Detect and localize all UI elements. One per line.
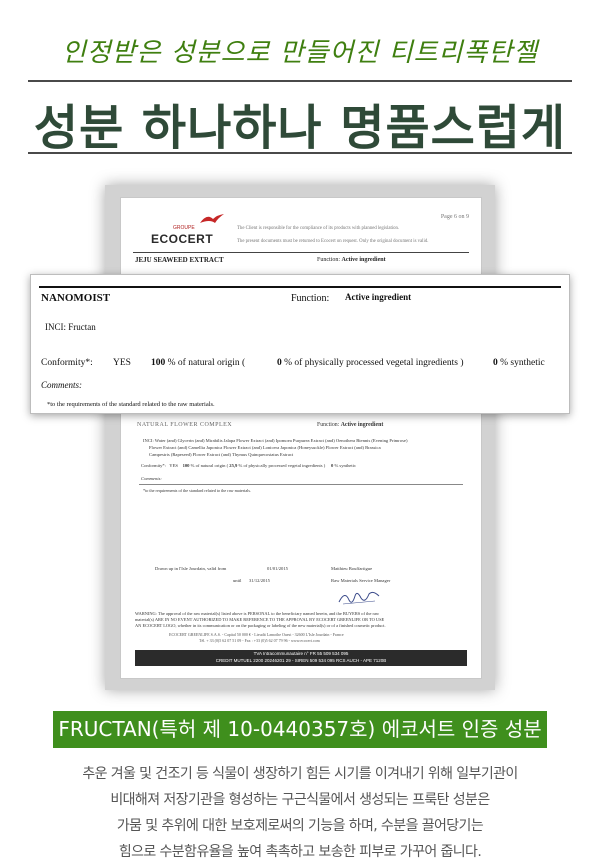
lower-conformity-label: Conformity*: — [141, 463, 167, 468]
lower-synthetic-text: % synthetic — [334, 463, 357, 468]
certificate-paper: GROUPE ECOCERT Page 6 on 9 The Client is… — [120, 197, 482, 679]
nanomoist-natural-origin: 100 % of natural origin ( — [151, 358, 245, 368]
ecocert-bird-icon — [200, 214, 224, 223]
synthetic-pct: 0 — [493, 358, 498, 368]
signature-image — [338, 591, 380, 605]
natural-origin-pct: 100 — [151, 358, 166, 368]
lower-conformity-value: YES — [169, 463, 178, 468]
nanomoist-inci: INCI: Fructan — [45, 322, 96, 332]
drawn-up-text: Drawn up in l'Isle Jourdain, valid from — [155, 566, 227, 571]
signatory-name: Matthieu Bouffartigue — [331, 566, 373, 571]
warning-3: AN ECOCERT LOGO, whether in its communic… — [135, 623, 386, 628]
until-label: until — [233, 578, 242, 583]
lower-processed: 25,9 — [229, 463, 238, 468]
page-subtitle: 인정받은 성분으로 만들어진 티트리폭탄젤 — [61, 38, 539, 68]
lower-function: Function: Active ingredient — [317, 422, 383, 428]
signatory-title: Raw Materials Service Manager — [331, 578, 391, 583]
lower-product-name: NATURAL FLOWER COMPLEX — [137, 422, 233, 428]
synthetic-text: % synthetic — [500, 358, 545, 368]
valid-until-date: 31/12/2015 — [249, 578, 270, 583]
lower-inci-3: Campestris (Rapeseed) Flower Extract (an… — [149, 452, 294, 457]
fructan-badge: FRUCTAN(특허 제 10-0440357호) 에코서트 인증 성분 — [53, 711, 547, 748]
page-title: 성분 하나하나 명품스럽게 — [33, 100, 567, 156]
description-line-4: 힘으로 수분함유율을 높여 촉촉하고 보송한 피부로 가꾸어 줍니다. — [118, 844, 482, 860]
divider-top — [28, 80, 572, 82]
lower-function-value: Active ingredient — [340, 422, 384, 428]
top-product-function: Function: Active ingredient — [317, 257, 386, 263]
address-1: ECOCERT GREENLIFE S.A.S. - Capital 50 00… — [169, 632, 344, 637]
nanomoist-conformity-label: Conformity*: — [41, 358, 93, 368]
nanomoist-footnote: *to the requirements of the standard rel… — [47, 401, 215, 408]
company-bank: CREDIT MUTUEL 2200 20246201 29 - SIREN 5… — [215, 658, 387, 663]
ecocert-logo: ECOCERT — [151, 232, 214, 246]
description-line-1: 추운 겨울 및 건조기 등 식물이 생장하기 힘든 시기를 이겨내기 위해 일부… — [82, 766, 518, 782]
lower-natural-origin-text: % of natural origin ( — [190, 463, 229, 468]
divider-bottom — [28, 152, 572, 154]
nanomoist-processed: 0 % of physically processed vegetal ingr… — [277, 358, 464, 368]
lower-footnote: *to the requirements of the standard rel… — [143, 488, 252, 493]
processed-pct: 0 — [277, 358, 282, 368]
function-label: Function: — [317, 257, 341, 263]
lower-comments-label: Comments: — [141, 476, 162, 481]
lower-inci-1: INCI: Water (and) Glycerin (and) Mirabil… — [143, 438, 408, 443]
lower-function-label: Function: — [317, 422, 340, 428]
description-line-3: 가뭄 및 추위에 대한 보호제로써의 기능을 하며, 수분을 끌어당기는 — [116, 818, 484, 834]
nanomoist-function-label: Function: — [291, 293, 330, 304]
valid-from-date: 01/01/2015 — [267, 566, 288, 571]
nanomoist-name: NANOMOIST — [41, 292, 111, 304]
ecocert-group-label: GROUPE — [173, 225, 195, 231]
warning-1: WARNING: The approval of the raw materia… — [135, 611, 380, 616]
nanomoist-highlight: NANOMOIST Function: Active ingredient IN… — [30, 274, 570, 414]
nanomoist-top-line — [39, 286, 561, 288]
nanomoist-comments: Comments: — [41, 380, 82, 390]
top-product-name: JEJU SEAWEED EXTRACT — [135, 256, 224, 264]
lower-inci-2: Flower Extract (and) Camellia Japonica F… — [149, 445, 381, 450]
company-info-bar: TVA Intracommunautaire n° FR 55 509 534 … — [135, 650, 467, 666]
warning-2: material(s) ARE IN NO EVENT AUTHORIZED T… — [135, 617, 385, 622]
natural-origin-text: % of natural origin ( — [167, 358, 246, 368]
nanomoist-conformity-value: YES — [113, 358, 131, 368]
processed-text: % of physically processed vegetal ingred… — [284, 358, 464, 368]
notice-line-2: The present documents must be returned t… — [237, 239, 429, 244]
lower-conformity: Conformity*: YES 100 % of natural origin… — [141, 463, 356, 468]
header-line — [133, 252, 469, 253]
lower-natural-origin: 100 — [182, 463, 190, 468]
notice-line-1: The Client is responsible for the compli… — [237, 226, 400, 231]
function-value: Active ingredient — [341, 257, 386, 263]
nanomoist-synthetic: 0 % synthetic — [493, 358, 545, 368]
nanomoist-function-value: Active ingredient — [345, 292, 412, 302]
lower-divider — [139, 484, 463, 485]
lower-synthetic: 0 — [331, 463, 334, 468]
company-vat: TVA Intracommunautaire n° FR 55 509 534 … — [253, 651, 349, 656]
page-number: Page 6 on 9 — [440, 214, 469, 220]
lower-processed-text: % of physically processed vegetal ingred… — [238, 463, 326, 468]
address-2: Tél. + 33 (0)5 62 07 51 09 - Fax : +33 (… — [199, 638, 320, 643]
description-line-2: 비대해져 저장기관을 형성하는 구근식물에서 생성되는 프룩탄 성분은 — [110, 792, 490, 808]
